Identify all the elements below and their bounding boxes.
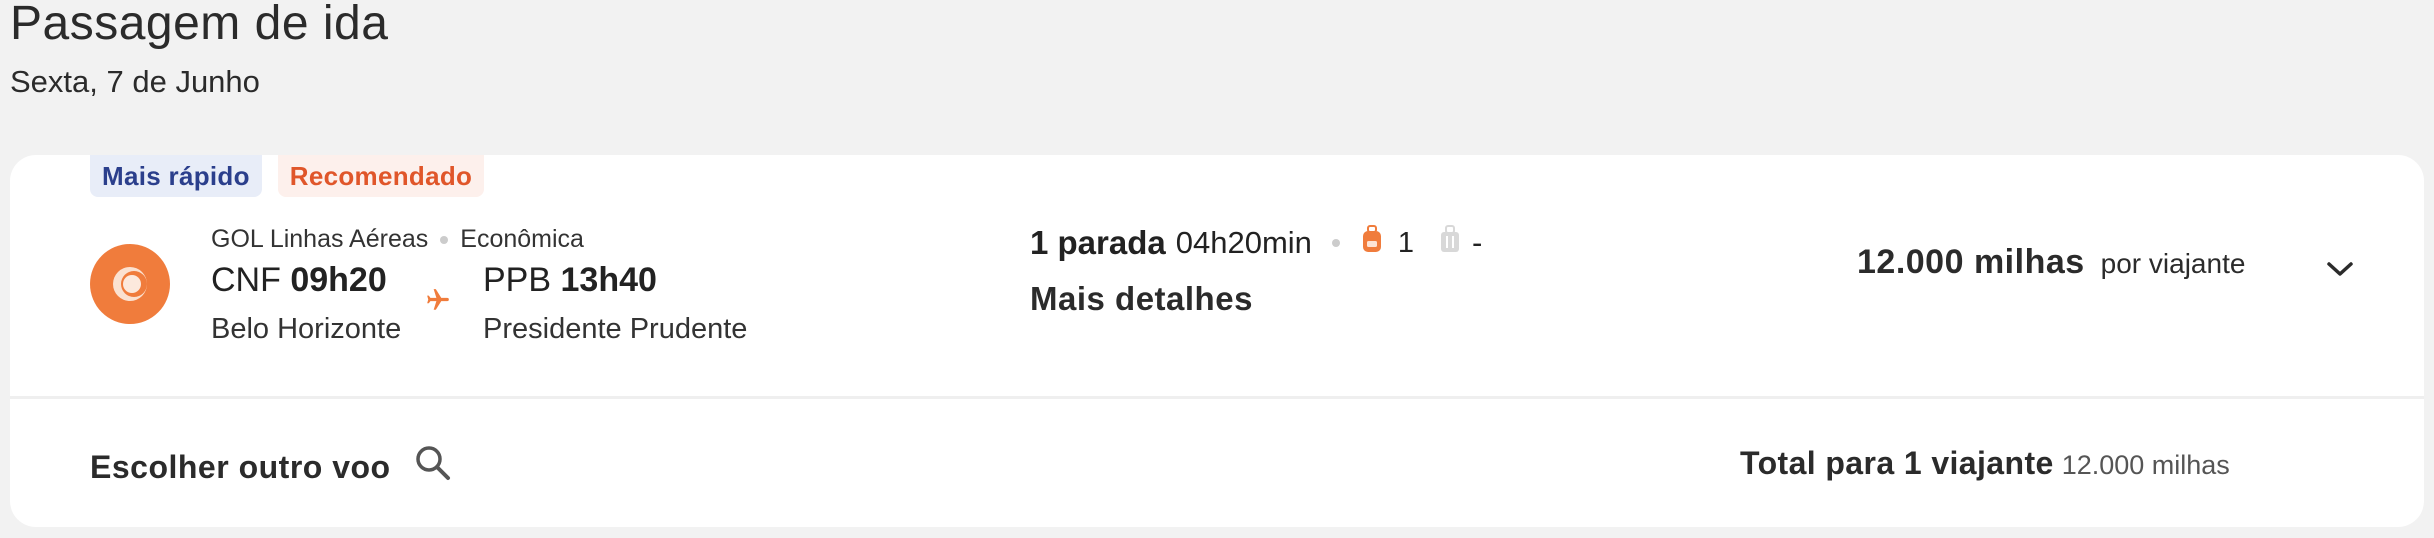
- total-amount: 12.000 milhas: [2061, 450, 2230, 480]
- airplane-icon: [425, 287, 451, 318]
- total-price: Total para 1 viajante 12.000 milhas: [1740, 445, 2230, 482]
- arrival-city: Presidente Prudente: [483, 313, 748, 345]
- choose-other-flight-button[interactable]: Escolher outro voo: [90, 443, 453, 491]
- search-icon: [413, 443, 453, 491]
- checked-bag-count: -: [1472, 225, 1483, 260]
- divider: [10, 396, 2424, 399]
- price-per-traveler: por viajante: [2100, 248, 2246, 279]
- departure: CNF 09h20: [211, 261, 387, 300]
- stops-count: 1 parada: [1030, 224, 1166, 261]
- choose-other-flight-label: Escolher outro voo: [90, 448, 391, 485]
- duration: 04h20min: [1175, 225, 1312, 260]
- cabin-class: Econômica: [460, 225, 584, 253]
- price: 12.000 milhas por viajante: [1857, 243, 2245, 282]
- flight-card[interactable]: Mais rápido Recomendado GOL Linhas Aérea…: [10, 155, 2424, 527]
- total-label: Total para 1 viajante: [1740, 445, 2054, 481]
- gol-logo-icon: [90, 244, 170, 324]
- more-details-link[interactable]: Mais detalhes: [1030, 280, 1253, 318]
- price-amount: 12.000 milhas: [1857, 243, 2085, 281]
- arrival-code: PPB: [483, 261, 552, 299]
- separator-dot: [1331, 239, 1340, 247]
- airline-name: GOL Linhas Aéreas: [211, 225, 429, 253]
- arrival: PPB 13h40: [483, 261, 657, 300]
- backpack-icon: [1360, 224, 1384, 262]
- airline-info: GOL Linhas Aéreas Econômica: [211, 225, 584, 254]
- arrival-time: 13h40: [560, 261, 657, 299]
- flight-summary: 1 parada 04h20min 1 -: [1030, 224, 1482, 262]
- separator-dot: [440, 235, 449, 244]
- departure-code: CNF: [211, 261, 281, 299]
- departure-city: Belo Horizonte: [211, 313, 402, 345]
- badge-recommended: Recomendado: [277, 155, 485, 197]
- page-title: Passagem de ida: [10, 0, 389, 50]
- badge-row: Mais rápido Recomendado: [90, 155, 485, 197]
- flight-date: Sexta, 7 de Junho: [10, 64, 260, 99]
- badge-fastest: Mais rápido: [90, 155, 262, 197]
- carry-on-count: 1: [1397, 226, 1415, 259]
- suitcase-icon: [1438, 224, 1462, 262]
- chevron-down-icon[interactable]: [2323, 258, 2357, 285]
- departure-time: 09h20: [290, 261, 387, 299]
